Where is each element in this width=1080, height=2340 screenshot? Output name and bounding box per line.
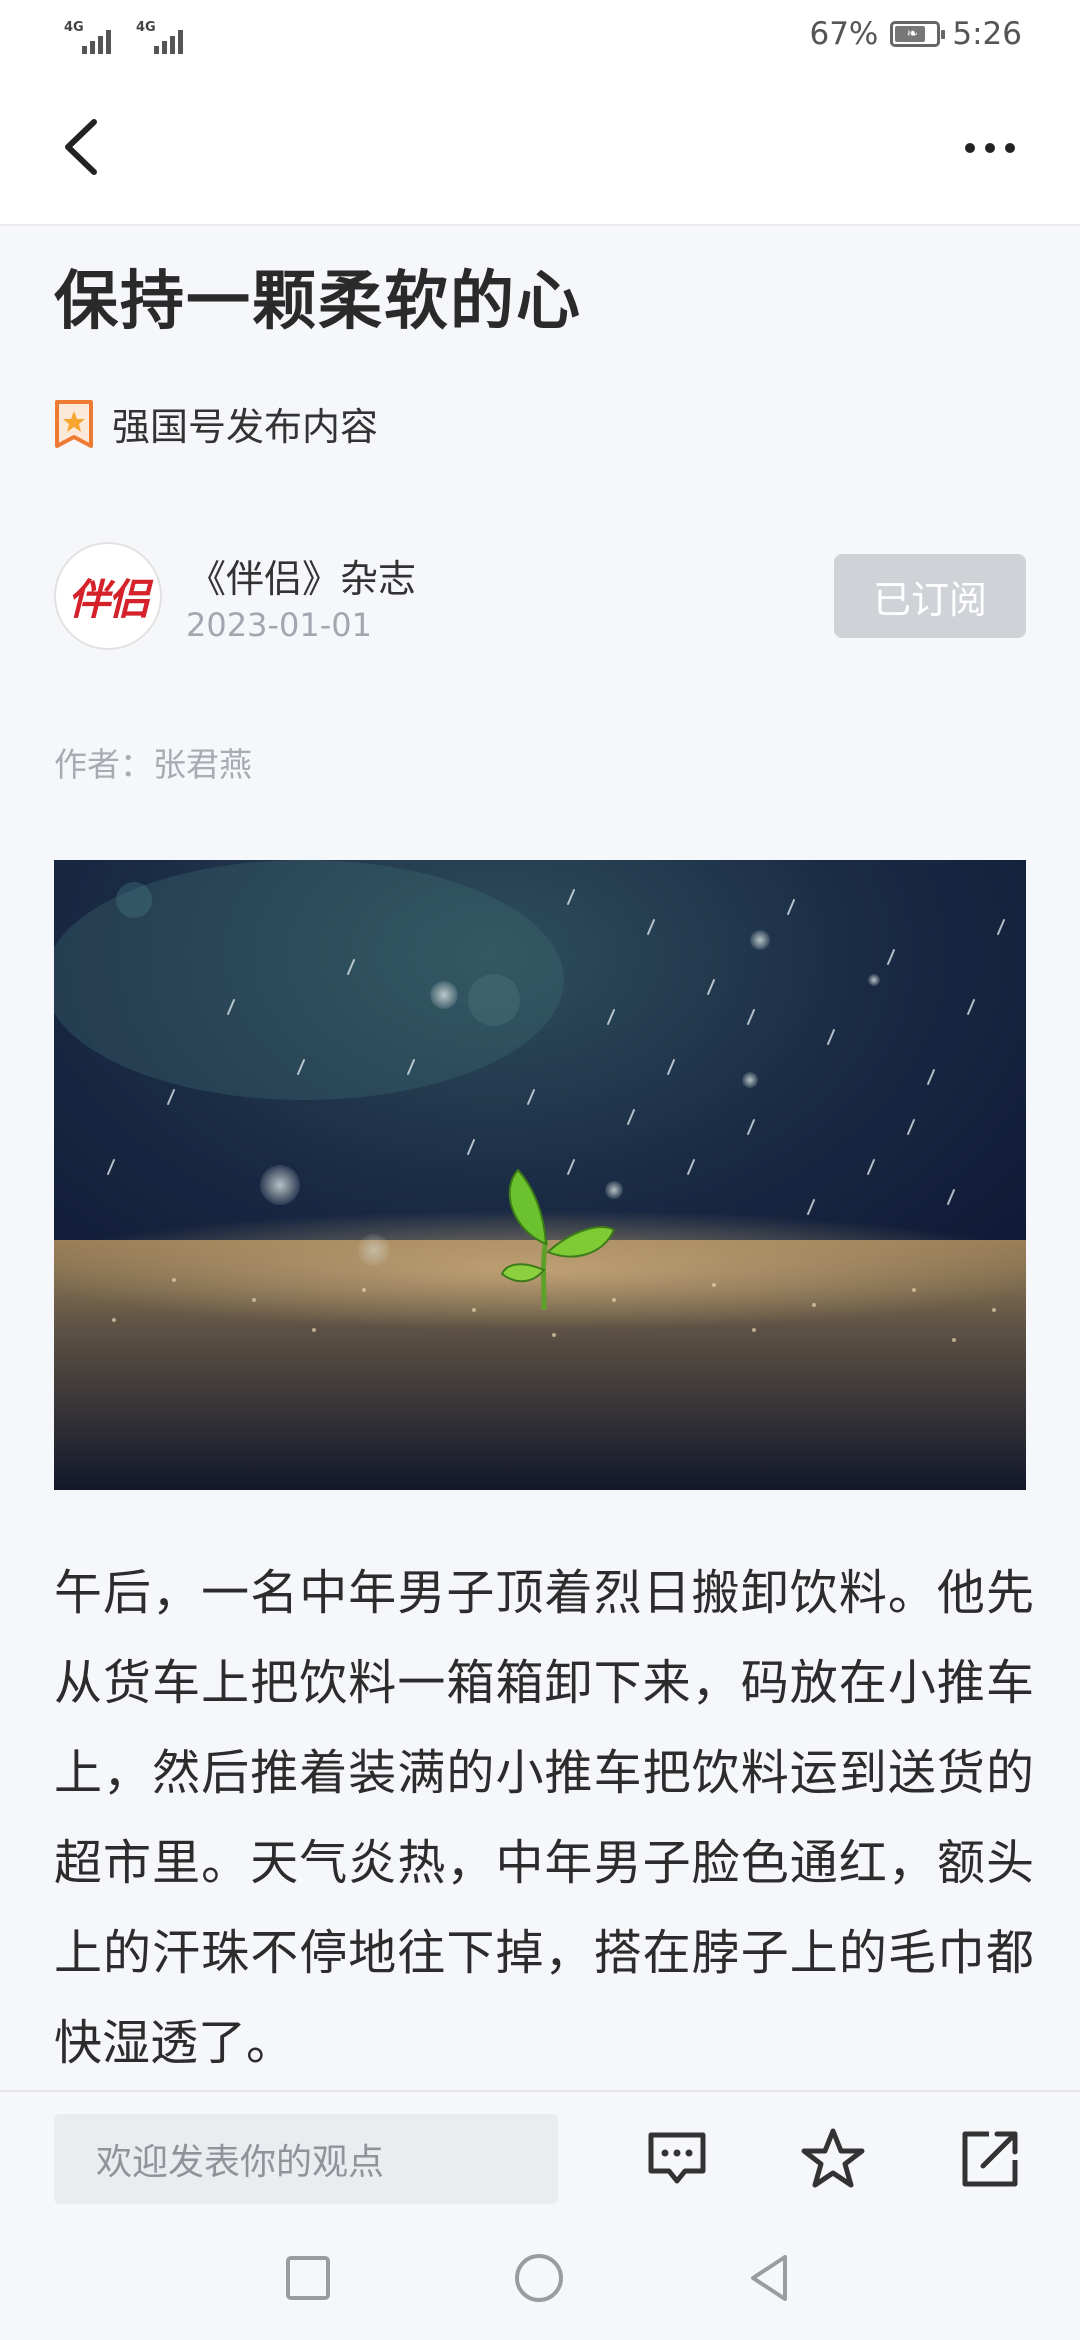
back-button[interactable] — [50, 112, 120, 182]
share-button[interactable] — [955, 2124, 1025, 2194]
comment-input[interactable]: 欢迎发表你的观点 — [54, 2114, 558, 2204]
signal-indicators: 4G 4G — [64, 20, 194, 54]
source-row: 强国号发布内容 — [54, 396, 378, 451]
chevron-left-icon — [65, 119, 97, 175]
comment-icon — [648, 2132, 706, 2184]
article-hero-image — [54, 860, 1026, 1490]
more-dot — [985, 143, 995, 153]
recent-apps-button[interactable] — [278, 2248, 338, 2308]
top-nav-bar — [0, 72, 1080, 226]
favorite-button[interactable] — [798, 2124, 868, 2194]
square-icon — [286, 2256, 330, 2300]
system-nav-bar — [0, 2214, 1080, 2340]
battery-icon: ❧ — [890, 21, 946, 47]
article-title: 保持一颗柔软的心 — [54, 264, 582, 339]
publisher-avatar[interactable]: 伴侣 — [54, 542, 162, 650]
system-back-button[interactable] — [740, 2248, 800, 2308]
circle-icon — [515, 2254, 563, 2302]
seedling-rain-illustration — [54, 860, 1026, 1490]
comment-button[interactable] — [642, 2124, 712, 2194]
publisher-row: 伴侣 《伴侣》杂志 2023-01-01 已订阅 — [54, 542, 1026, 652]
star-icon — [801, 2128, 865, 2188]
signal-icon: 4G — [64, 20, 122, 54]
subscribe-button[interactable]: 已订阅 — [834, 554, 1026, 638]
network-type-label: 4G — [136, 20, 156, 35]
more-dot — [1005, 143, 1015, 153]
publisher-name[interactable]: 《伴侣》杂志 — [188, 548, 416, 603]
network-type-label: 4G — [64, 20, 84, 35]
source-label: 强国号发布内容 — [112, 405, 379, 449]
battery-percent: 67% — [809, 16, 879, 52]
signal-icon: 4G — [136, 20, 194, 54]
publisher-logo-text: 伴侣 — [67, 574, 150, 624]
status-right: 67% ❧ 5:26 — [809, 16, 1022, 52]
author-line: 作者：张君燕 — [54, 745, 252, 784]
publish-date: 2023-01-01 — [186, 606, 372, 644]
home-button[interactable] — [509, 2248, 569, 2308]
more-button[interactable] — [950, 128, 1030, 168]
bookmark-star-icon — [55, 399, 93, 448]
bottom-action-bar: 欢迎发表你的观点 — [0, 2090, 1080, 2214]
more-dot — [965, 143, 975, 153]
share-icon — [962, 2131, 1018, 2187]
status-bar: 4G 4G 67% ❧ 5:26 — [0, 0, 1080, 72]
clock: 5:26 — [952, 16, 1022, 52]
triangle-back-icon — [751, 2255, 787, 2301]
article-body: 午后，一名中年男子顶着烈日搬卸饮料。他先从货车上把饮料一箱箱卸下来，码放在小推车… — [54, 1565, 1034, 2071]
